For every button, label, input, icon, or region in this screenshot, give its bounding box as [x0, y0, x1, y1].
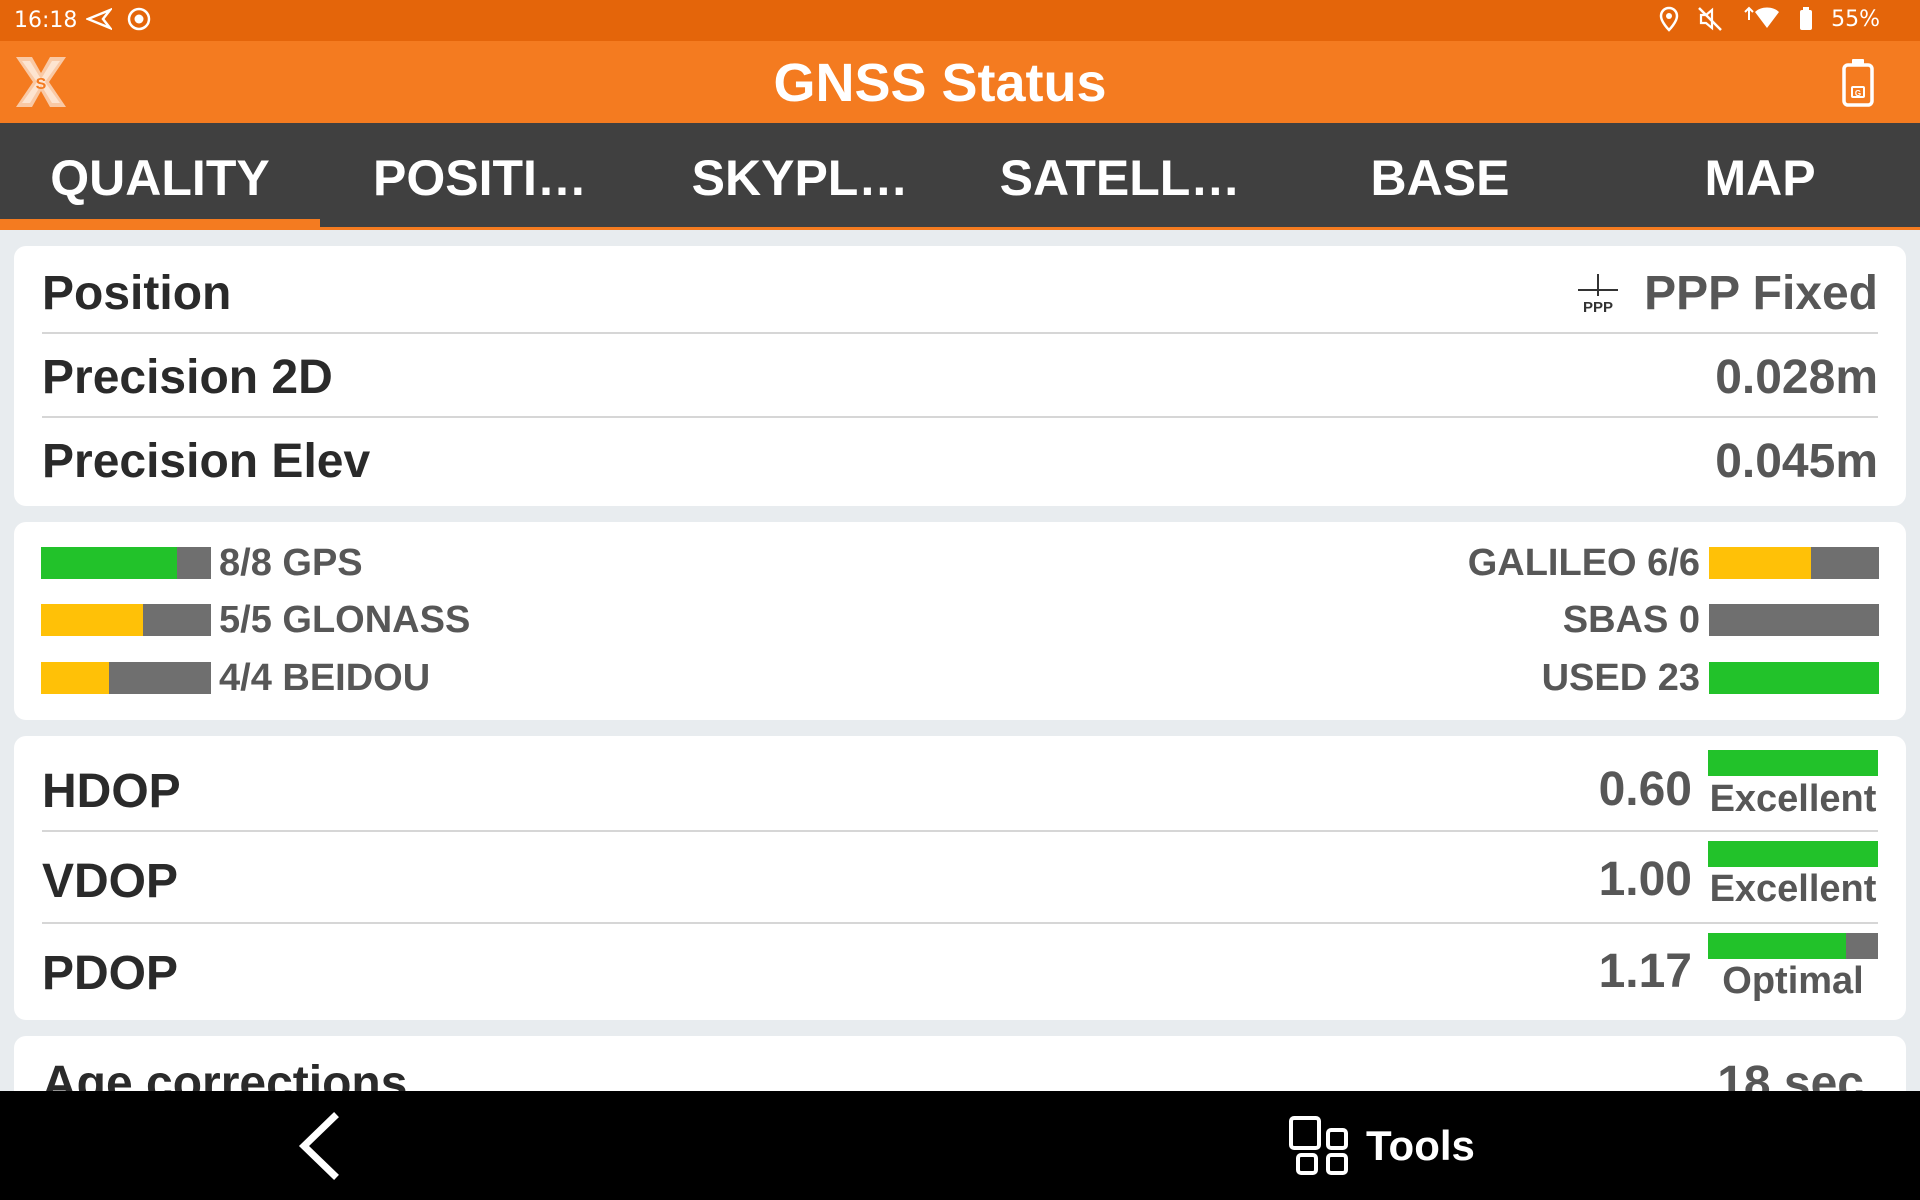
sbas-label: SBAS 0: [1562, 599, 1700, 641]
wifi-icon: [1744, 6, 1780, 28]
precision-elev-row: Precision Elev 0.045m: [42, 418, 1878, 502]
tab-bar: QUALITY POSITI… SKYPL… SATELL… BASE MAP: [0, 123, 1920, 230]
svg-text:G: G: [1855, 89, 1861, 98]
status-bar: 16:18 55%: [0, 0, 1920, 41]
app-bar: S GNSS Status G: [0, 41, 1920, 123]
battery-icon: [1800, 7, 1813, 30]
gps-bar-fill: [41, 547, 177, 579]
position-row: Position PPP PPP Fixed: [42, 246, 1878, 334]
position-fix-value: PPP Fixed: [1644, 267, 1878, 320]
precision-elev-value: 0.045m: [1715, 435, 1878, 488]
tab-map[interactable]: MAP: [1600, 123, 1920, 227]
beidou-label: 4/4 BEIDOU: [219, 657, 431, 699]
glonass-bar-fill: [41, 604, 143, 636]
pdop-row: PDOP 1.17 Optimal: [42, 924, 1878, 1016]
status-time: 16:18: [14, 8, 78, 33]
position-card: Position PPP PPP Fixed Precision 2D 0.02…: [14, 246, 1906, 506]
precision-elev-label: Precision Elev: [42, 435, 371, 488]
galileo-bar-fill: [1709, 547, 1811, 579]
gps-bar: [41, 547, 211, 579]
send-icon: [86, 7, 112, 31]
pdop-quality-bar: [1708, 933, 1878, 959]
pdop-quality-bar-fill: [1708, 933, 1846, 959]
used-satellites-label: USED 23: [1541, 657, 1700, 699]
galileo-bar: [1709, 547, 1879, 579]
pdop-value: 1.17: [1598, 945, 1692, 998]
precision-2d-label: Precision 2D: [42, 351, 333, 404]
vdop-value: 1.00: [1598, 853, 1692, 906]
glonass-bar: [41, 604, 211, 636]
tab-satellites[interactable]: SATELL…: [960, 123, 1280, 227]
battery-percent: 55%: [1831, 6, 1880, 32]
tools-label: Tools: [1366, 1122, 1475, 1169]
page-title: GNSS Status: [773, 53, 1107, 113]
precision-2d-value: 0.028m: [1715, 351, 1878, 404]
sbas-bar: [1709, 604, 1879, 636]
pdop-label: PDOP: [42, 947, 179, 1000]
dop-card: HDOP 0.60 Excellent VDOP 1.00 Excellent …: [14, 736, 1906, 1020]
tab-skyplot[interactable]: SKYPL…: [640, 123, 960, 227]
vdop-quality-bar-fill: [1708, 841, 1878, 867]
beidou-bar-fill: [41, 662, 109, 694]
precision-2d-row: Precision 2D 0.028m: [42, 334, 1878, 418]
constellation-card: 8/8 GPS 5/5 GLONASS 4/4 BEIDOU GALILEO 6…: [14, 522, 1906, 720]
location-pin-icon: [1659, 6, 1679, 32]
hdop-rating: Excellent: [1709, 778, 1877, 820]
hdop-quality-bar-fill: [1708, 750, 1878, 776]
pdop-rating: Optimal: [1722, 960, 1864, 1002]
vdop-quality-bar: [1708, 841, 1878, 867]
back-icon[interactable]: [290, 1111, 350, 1181]
hdop-quality-bar: [1708, 750, 1878, 776]
used-satellites-bar: [1709, 662, 1879, 694]
mute-icon: [1698, 7, 1722, 31]
vdop-row: VDOP 1.00 Excellent: [42, 832, 1878, 924]
svg-text:PPP: PPP: [1583, 299, 1613, 316]
tab-base[interactable]: BASE: [1280, 123, 1600, 227]
beidou-bar: [41, 662, 211, 694]
position-label: Position: [42, 267, 232, 320]
glonass-label: 5/5 GLONASS: [219, 599, 471, 641]
galileo-label: GALILEO 6/6: [1467, 542, 1700, 584]
tab-quality[interactable]: QUALITY: [0, 123, 320, 230]
hdop-value: 0.60: [1598, 763, 1692, 816]
used-satellites-bar-fill: [1709, 662, 1879, 694]
gps-label: 8/8 GPS: [219, 542, 363, 584]
bottom-nav-bar: Tools: [0, 1091, 1920, 1200]
tools-grid-icon: [1289, 1116, 1348, 1175]
vdop-label: VDOP: [42, 855, 179, 908]
vdop-rating: Excellent: [1709, 868, 1877, 910]
hdop-label: HDOP: [42, 765, 181, 818]
tab-position[interactable]: POSITI…: [320, 123, 640, 227]
hdop-row: HDOP 0.60 Excellent: [42, 736, 1878, 832]
tools-button[interactable]: Tools: [1288, 1113, 1475, 1179]
ppp-fix-icon: PPP: [1576, 272, 1620, 316]
receiver-battery-icon[interactable]: G: [1840, 57, 1876, 107]
screen-record-icon: [127, 7, 151, 31]
